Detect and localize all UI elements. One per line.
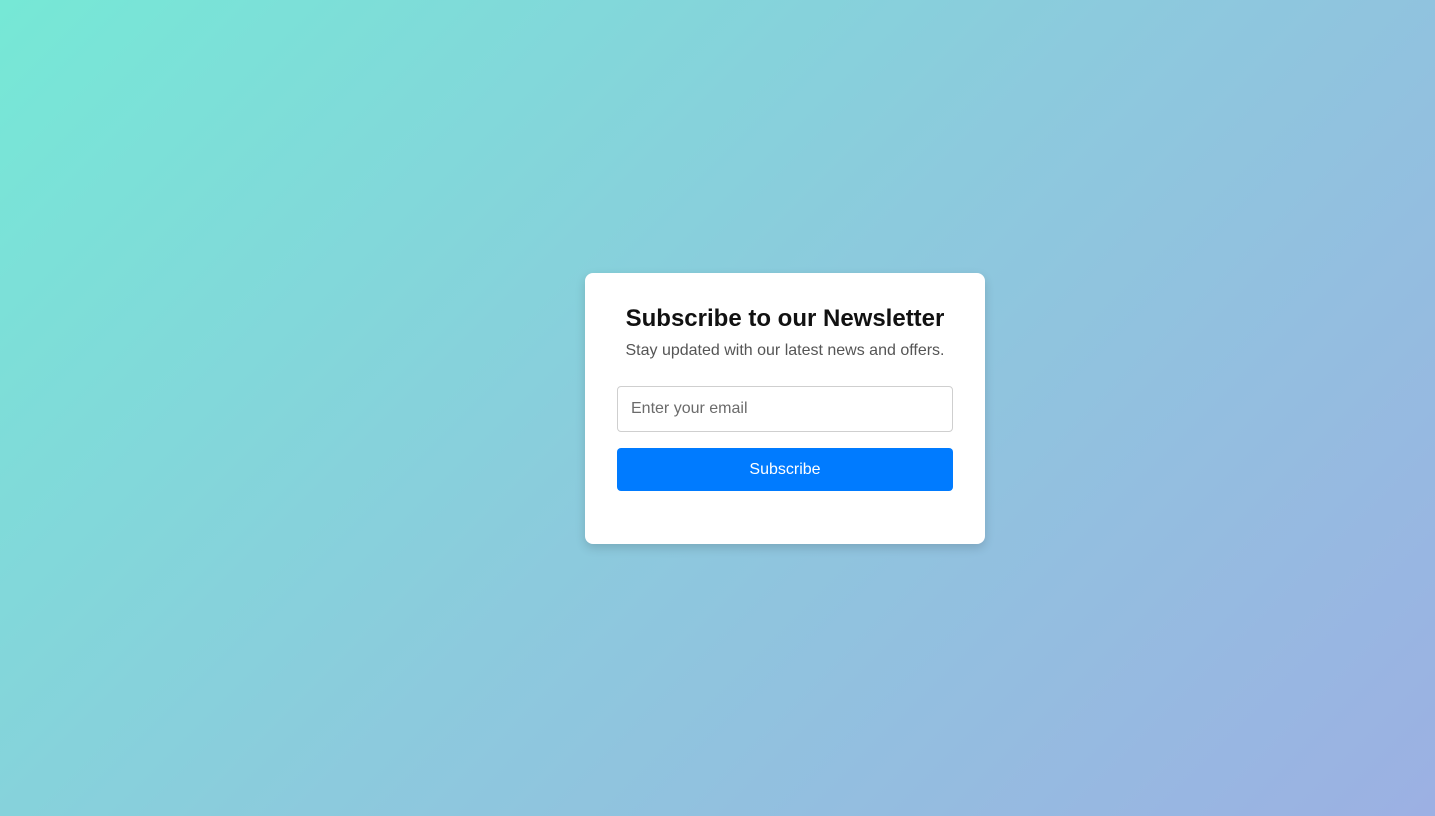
newsletter-subtitle: Stay updated with our latest news and of…	[625, 342, 945, 359]
page-background: { "newsletter": { "title": "Subscribe to…	[0, 0, 1435, 816]
newsletter-card: Subscribe to our Newsletter Stay updated…	[585, 273, 985, 544]
email-input[interactable]	[617, 386, 953, 432]
subscribe-button[interactable]: Subscribe	[617, 448, 953, 491]
newsletter-title: Subscribe to our Newsletter	[625, 305, 945, 332]
